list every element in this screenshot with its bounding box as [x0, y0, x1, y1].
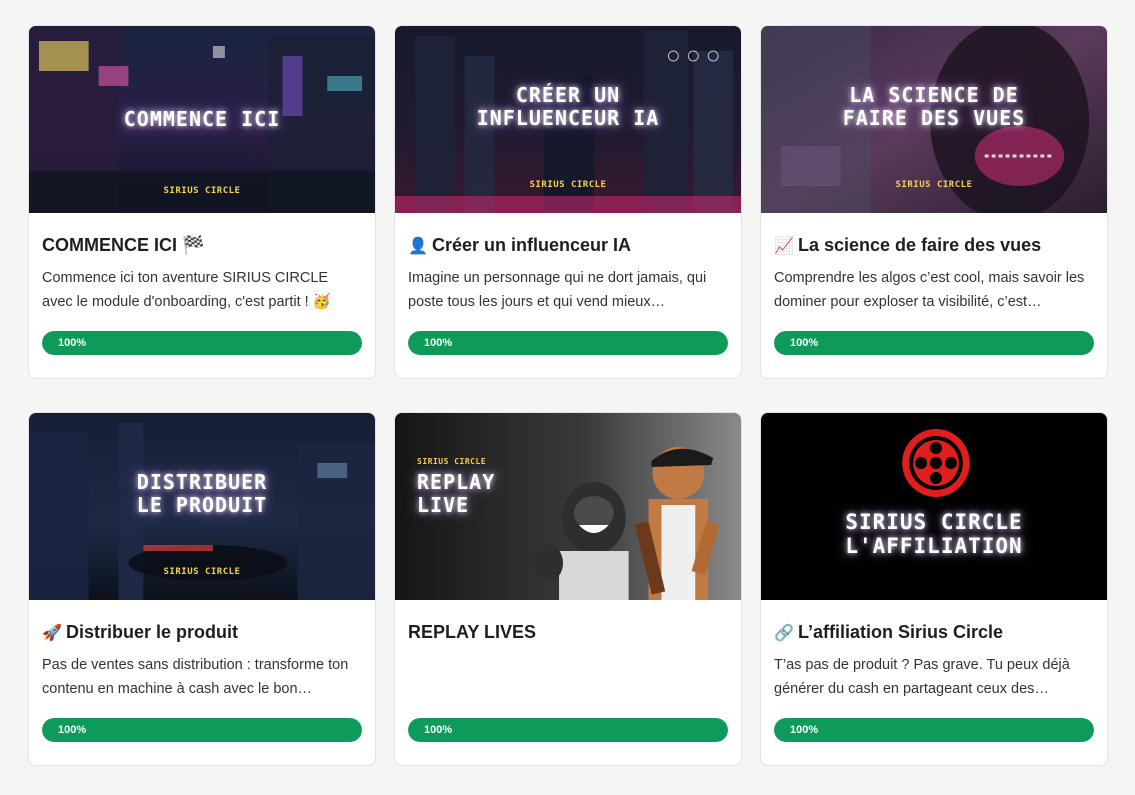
link-icon: 🔗: [774, 625, 794, 642]
person-icon: 👤: [408, 238, 428, 255]
course-card-science-des-vues[interactable]: LA SCIENCE DE FAIRE DES VUES SIRIUS CIRC…: [760, 25, 1108, 379]
thumbnail-title: COMMENCE ICI: [123, 107, 281, 131]
course-title: 🔗 L’affiliation Sirius Circle: [774, 621, 1094, 643]
thumbnail-title: SIRIUS CIRCLE L'AFFILIATION: [845, 510, 1023, 559]
progress-label: 100%: [58, 337, 87, 349]
progress-fill: [408, 718, 728, 742]
course-grid: COMMENCE ICI SIRIUS CIRCLE COMMENCE ICI …: [28, 25, 1108, 766]
course-thumbnail[interactable]: CRÉER UN INFLUENCEUR IA SIRIUS CIRCLE: [395, 26, 741, 213]
progress-bar: 100%: [774, 331, 1094, 355]
thumbnail-title: CRÉER UN INFLUENCEUR IA: [476, 83, 660, 130]
course-card-influenceur-ia[interactable]: CRÉER UN INFLUENCEUR IA SIRIUS CIRCLE 👤 C…: [394, 25, 742, 379]
rocket-icon: 🚀: [42, 625, 62, 642]
progress-fill: [774, 331, 1094, 355]
progress-fill: [42, 718, 362, 742]
course-description: Comprendre les algos c’est cool, mais sa…: [774, 270, 1085, 310]
chart-up-icon: 📈: [774, 238, 794, 255]
course-card-replay-lives[interactable]: SIRIUS CIRCLE REPLAY LIVE REPLAY LIVES 1…: [394, 412, 742, 766]
course-title-text: L’affiliation Sirius Circle: [798, 622, 1004, 642]
course-card-distribuer[interactable]: DISTRIBUER LE PRODUIT SIRIUS CIRCLE 🚀 Dis…: [28, 412, 376, 766]
sirius-logo-icon: [902, 429, 970, 497]
thumbnail-brand: SIRIUS CIRCLE: [417, 457, 487, 466]
progress-bar: 100%: [408, 331, 728, 355]
thumbnail-title: LA SCIENCE DE FAIRE DES VUES: [842, 83, 1026, 130]
course-description: T’as pas de produit ? Pas grave. Tu peux…: [774, 657, 1070, 697]
course-thumbnail[interactable]: LA SCIENCE DE FAIRE DES VUES SIRIUS CIRC…: [761, 26, 1107, 213]
course-title-text: Distribuer le produit: [66, 622, 239, 642]
course-thumbnail[interactable]: SIRIUS CIRCLE L'AFFILIATION: [761, 413, 1107, 600]
thumbnail-brand: SIRIUS CIRCLE: [163, 186, 241, 196]
course-title-text: La science de faire des vues: [798, 235, 1042, 255]
progress-label: 100%: [424, 724, 453, 736]
course-title: REPLAY LIVES: [408, 622, 537, 642]
progress-label: 100%: [58, 724, 87, 736]
thumbnail-brand: SIRIUS CIRCLE: [895, 180, 973, 190]
thumbnail-title: DISTRIBUER LE PRODUIT: [136, 470, 268, 517]
progress-fill: [408, 331, 728, 355]
course-title-text: Créer un influenceur IA: [432, 235, 632, 255]
thumbnail-brand: SIRIUS CIRCLE: [529, 180, 607, 190]
progress-label: 100%: [790, 724, 819, 736]
progress-fill: [774, 718, 1094, 742]
course-thumbnail[interactable]: COMMENCE ICI SIRIUS CIRCLE: [29, 26, 375, 213]
course-card-affiliation[interactable]: SIRIUS CIRCLE L'AFFILIATION 🔗 L’affiliati…: [760, 412, 1108, 766]
course-title: 👤 Créer un influenceur IA: [408, 234, 728, 256]
progress-label: 100%: [790, 337, 819, 349]
course-description: Pas de ventes sans distribution : transf…: [42, 657, 349, 697]
thumbnail-brand: SIRIUS CIRCLE: [163, 567, 241, 577]
progress-bar: 100%: [774, 718, 1094, 742]
progress-label: 100%: [424, 337, 453, 349]
course-description: [408, 653, 728, 701]
course-title: COMMENCE ICI 🏁: [42, 235, 205, 255]
course-title: 📈 La science de faire des vues: [774, 234, 1094, 256]
course-thumbnail[interactable]: SIRIUS CIRCLE REPLAY LIVE: [395, 413, 741, 600]
progress-bar: 100%: [408, 718, 728, 742]
course-description: Commence ici ton aventure SIRIUS CIRCLE …: [42, 270, 331, 310]
thumbnail-title: REPLAY LIVE: [417, 470, 496, 517]
course-title: 🚀 Distribuer le produit: [42, 621, 362, 643]
progress-fill: [42, 331, 362, 355]
course-card-commence-ici[interactable]: COMMENCE ICI SIRIUS CIRCLE COMMENCE ICI …: [28, 25, 376, 379]
progress-bar: 100%: [42, 331, 362, 355]
progress-bar: 100%: [42, 718, 362, 742]
course-description: Imagine un personnage qui ne dort jamais…: [408, 270, 707, 310]
course-thumbnail[interactable]: DISTRIBUER LE PRODUIT SIRIUS CIRCLE: [29, 413, 375, 600]
